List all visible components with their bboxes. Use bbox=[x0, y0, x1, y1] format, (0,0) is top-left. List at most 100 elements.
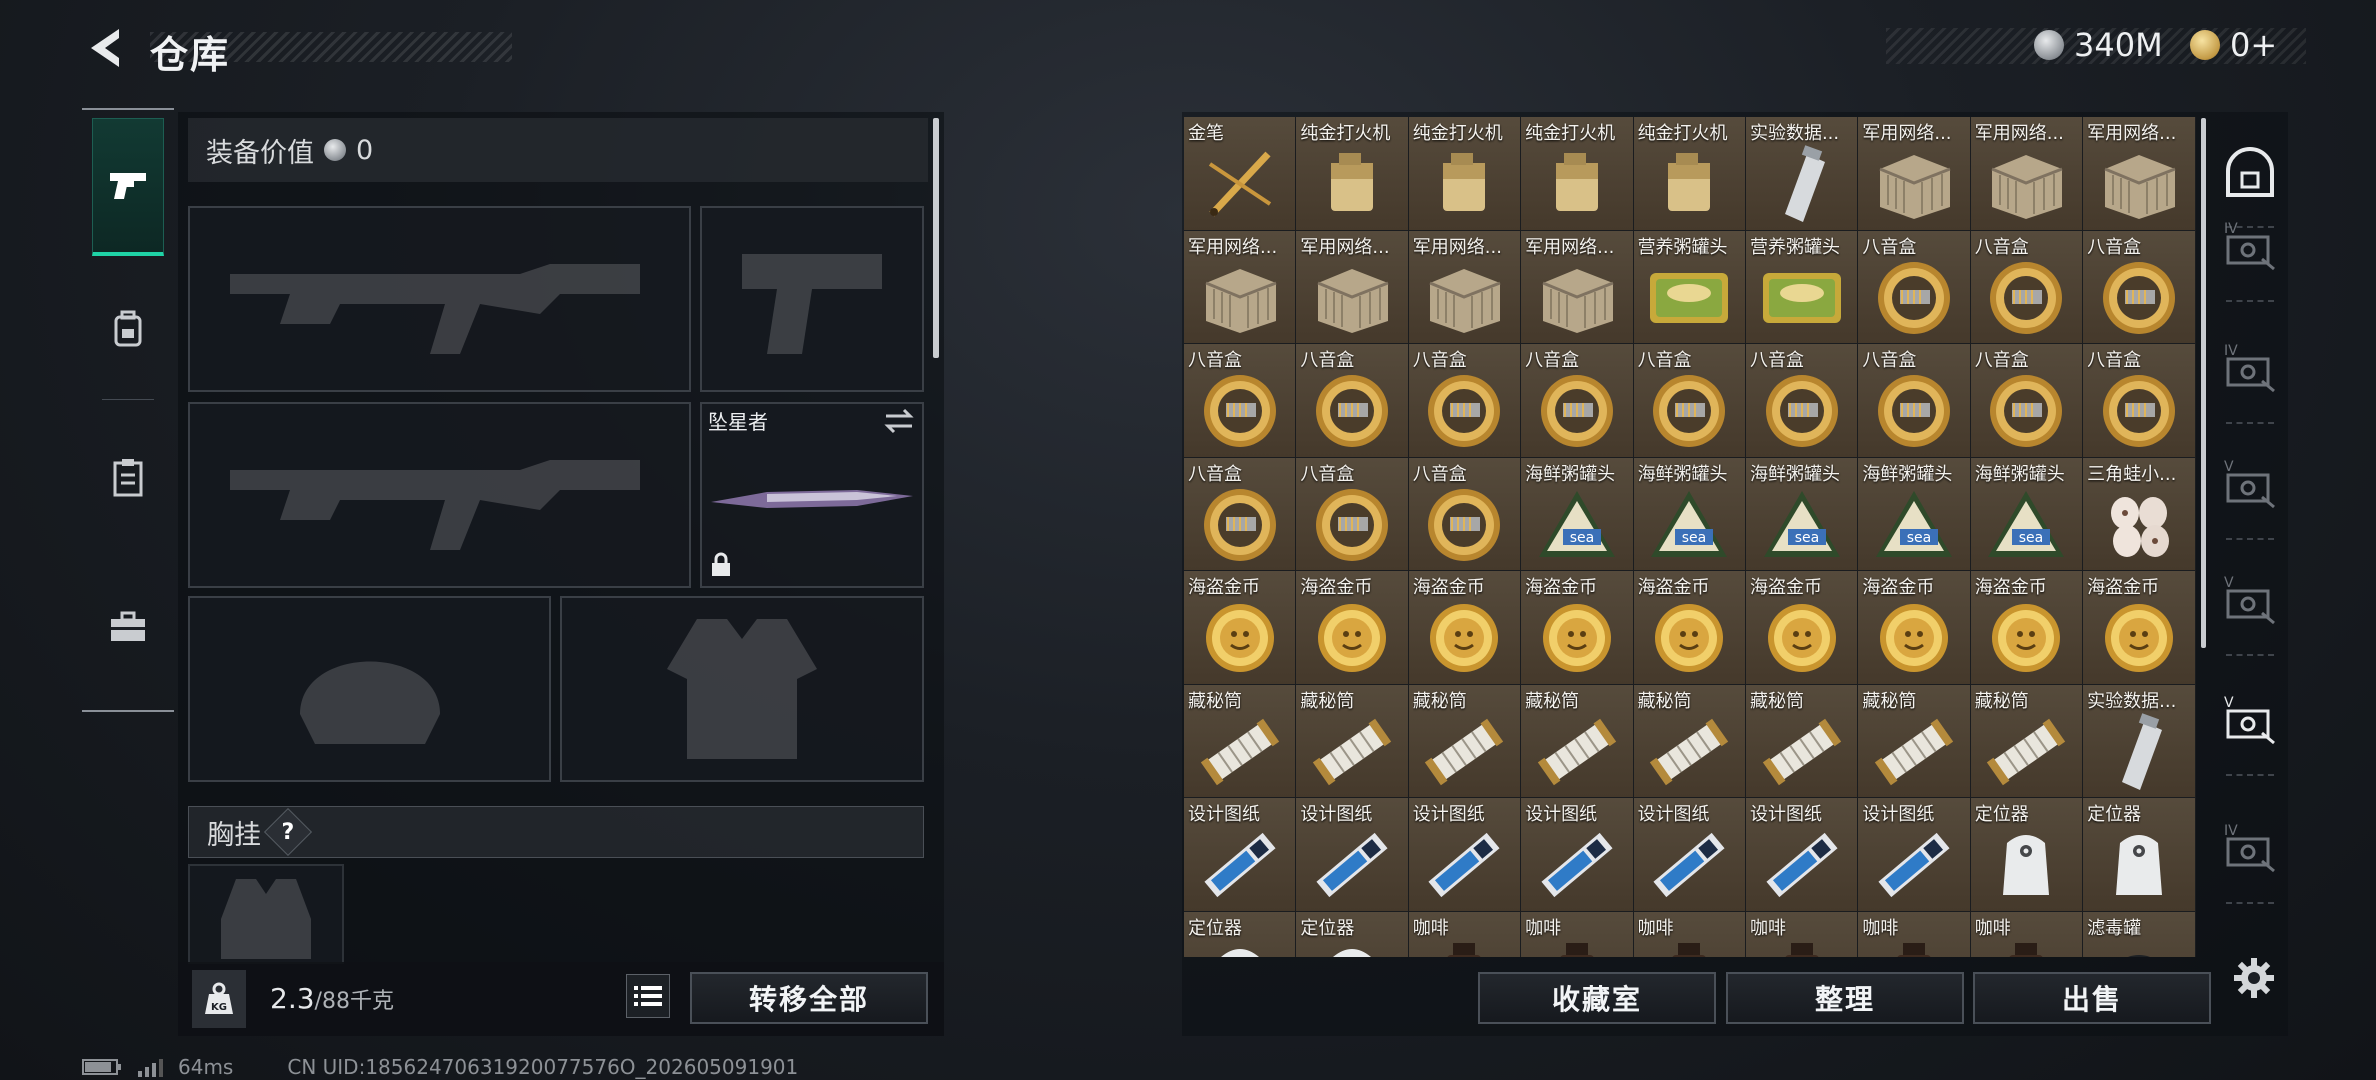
stash-item-coin[interactable]: 海盗金币 bbox=[1858, 571, 1970, 684]
armor-slot[interactable] bbox=[560, 596, 924, 782]
stash-item-coin[interactable]: 海盗金币 bbox=[1633, 571, 1745, 684]
stash-item-cryptex[interactable]: 藏秘筒 bbox=[1745, 684, 1858, 797]
stash-tab-3[interactable]: IV bbox=[2214, 314, 2286, 424]
stash-item-coffee[interactable]: 咖啡 bbox=[1408, 911, 1521, 957]
stash-item-tracker[interactable]: 定位器 bbox=[2083, 798, 2195, 911]
stash-item-lighter[interactable]: 纯金打火机 bbox=[1408, 117, 1521, 230]
stash-item-musicbox[interactable]: 八音盒 bbox=[1521, 344, 1633, 457]
currency-silver[interactable]: 340M bbox=[2034, 26, 2163, 64]
stash-item-coin[interactable]: 海盗金币 bbox=[1521, 571, 1633, 684]
stash-tab-4[interactable]: V bbox=[2214, 430, 2286, 540]
stash-item-box[interactable]: 军用网络... bbox=[2083, 117, 2195, 230]
stash-item-lighter[interactable]: 纯金打火机 bbox=[1296, 117, 1408, 230]
stash-item-tin[interactable]: 营养粥罐头 bbox=[1745, 230, 1858, 343]
back-button[interactable] bbox=[80, 22, 130, 74]
stash-item-coin[interactable]: 海盗金币 bbox=[1296, 571, 1408, 684]
stash-item-cryptex[interactable]: 藏秘筒 bbox=[1633, 684, 1745, 797]
nav-gear[interactable] bbox=[92, 260, 164, 400]
stash-item-cryptex[interactable]: 藏秘筒 bbox=[1296, 684, 1408, 797]
stash-item-musicbox[interactable]: 八音盒 bbox=[1858, 230, 1970, 343]
stash-item-usb[interactable]: 实验数据... bbox=[1745, 117, 1858, 230]
stash-item-coffee[interactable]: 咖啡 bbox=[1858, 911, 1970, 957]
chest-rig-slot[interactable] bbox=[188, 864, 344, 964]
stash-item-box[interactable]: 军用网络... bbox=[1296, 230, 1408, 343]
stash-item-tracker[interactable]: 定位器 bbox=[1296, 911, 1408, 957]
nav-weapons[interactable] bbox=[92, 118, 164, 256]
stash-item-filter[interactable]: 滤毒罐 bbox=[2083, 911, 2195, 957]
stash-item-seacan[interactable]: 海鲜粥罐头 sea bbox=[1858, 457, 1970, 570]
stash-item-musicbox[interactable]: 八音盒 bbox=[1184, 457, 1296, 570]
nav-toolbox[interactable] bbox=[92, 558, 164, 696]
stash-item-tracker[interactable]: 定位器 bbox=[1970, 798, 2083, 911]
stash-item-coffee[interactable]: 咖啡 bbox=[1521, 911, 1633, 957]
stash-item-seacan[interactable]: 海鲜粥罐头 sea bbox=[1521, 457, 1633, 570]
stash-item-cryptex[interactable]: 藏秘筒 bbox=[1970, 684, 2083, 797]
primary-weapon-slot[interactable] bbox=[188, 206, 691, 392]
stash-item-cryptex[interactable]: 藏秘筒 bbox=[1858, 684, 1970, 797]
stash-item-seacan[interactable]: 海鲜粥罐头 sea bbox=[1745, 457, 1858, 570]
stash-item-cryptex[interactable]: 藏秘筒 bbox=[1408, 684, 1521, 797]
stash-item-coin[interactable]: 海盗金币 bbox=[1745, 571, 1858, 684]
stash-item-seacan[interactable]: 海鲜粥罐头 sea bbox=[1970, 457, 2083, 570]
stash-item-musicbox[interactable]: 八音盒 bbox=[1184, 344, 1296, 457]
stash-item-coin[interactable]: 海盗金币 bbox=[1408, 571, 1521, 684]
sidearm-slot[interactable] bbox=[700, 206, 924, 392]
stash-item-usb[interactable]: 实验数据... bbox=[2083, 684, 2195, 797]
collection-room-button[interactable]: 收藏室 bbox=[1478, 972, 1716, 1024]
stash-item-musicbox[interactable]: 八音盒 bbox=[1408, 344, 1521, 457]
swap-icon[interactable] bbox=[884, 408, 914, 438]
stash-item-cryptex[interactable]: 藏秘筒 bbox=[1521, 684, 1633, 797]
stash-item-box[interactable]: 军用网络... bbox=[1858, 117, 1970, 230]
stash-item-blueprint[interactable]: 设计图纸 bbox=[1296, 798, 1408, 911]
stash-tab-6[interactable]: V bbox=[2214, 666, 2286, 776]
transfer-all-button[interactable]: 转移全部 bbox=[690, 972, 928, 1024]
stash-item-musicbox[interactable]: 八音盒 bbox=[2083, 230, 2195, 343]
nav-clipboard[interactable] bbox=[92, 408, 164, 546]
stash-item-pen[interactable]: 金笔 bbox=[1184, 117, 1296, 230]
stash-item-musicbox[interactable]: 八音盒 bbox=[1408, 457, 1521, 570]
stash-item-musicbox[interactable]: 八音盒 bbox=[1970, 344, 2083, 457]
list-view-button[interactable] bbox=[626, 974, 670, 1018]
stash-item-blueprint[interactable]: 设计图纸 bbox=[1521, 798, 1633, 911]
sell-button[interactable]: 出售 bbox=[1973, 972, 2211, 1024]
stash-item-blueprint[interactable]: 设计图纸 bbox=[1408, 798, 1521, 911]
stash-item-blueprint[interactable]: 设计图纸 bbox=[1633, 798, 1745, 911]
stash-item-cryptex[interactable]: 藏秘筒 bbox=[1184, 684, 1296, 797]
stash-item-box[interactable]: 军用网络... bbox=[1184, 230, 1296, 343]
stash-item-musicbox[interactable]: 八音盒 bbox=[1745, 344, 1858, 457]
currency-gold[interactable]: 0+ bbox=[2190, 26, 2277, 64]
organize-button[interactable]: 整理 bbox=[1726, 972, 1964, 1024]
stash-item-musicbox[interactable]: 八音盒 bbox=[1970, 230, 2083, 343]
stash-item-coin[interactable]: 海盗金币 bbox=[1970, 571, 2083, 684]
secondary-weapon-slot[interactable] bbox=[188, 402, 691, 588]
stash-tab-5[interactable]: V bbox=[2214, 546, 2286, 656]
stash-item-coffee[interactable]: 咖啡 bbox=[1970, 911, 2083, 957]
stash-item-coin[interactable]: 海盗金币 bbox=[1184, 571, 1296, 684]
stash-scrollbar[interactable] bbox=[2201, 118, 2206, 648]
stash-item-blueprint[interactable]: 设计图纸 bbox=[1858, 798, 1970, 911]
help-button[interactable]: ? bbox=[263, 807, 313, 857]
stash-item-musicbox[interactable]: 八音盒 bbox=[1858, 344, 1970, 457]
equipment-scrollbar[interactable] bbox=[933, 118, 939, 358]
stash-item-tracker[interactable]: 定位器 bbox=[1184, 911, 1296, 957]
melee-slot[interactable]: 坠星者 bbox=[700, 402, 924, 588]
stash-item-musicbox[interactable]: 八音盒 bbox=[1296, 457, 1408, 570]
stash-item-seacan[interactable]: 海鲜粥罐头 sea bbox=[1633, 457, 1745, 570]
stash-item-eggs[interactable]: 三角蛙小... bbox=[2083, 457, 2195, 570]
stash-item-coffee[interactable]: 咖啡 bbox=[1633, 911, 1745, 957]
stash-item-coin[interactable]: 海盗金币 bbox=[2083, 571, 2195, 684]
stash-item-coffee[interactable]: 咖啡 bbox=[1745, 911, 1858, 957]
stash-item-box[interactable]: 军用网络... bbox=[1521, 230, 1633, 343]
stash-item-box[interactable]: 军用网络... bbox=[1408, 230, 1521, 343]
helmet-slot[interactable] bbox=[188, 596, 551, 782]
stash-tab-7[interactable]: IV bbox=[2214, 794, 2286, 904]
stash-item-blueprint[interactable]: 设计图纸 bbox=[1184, 798, 1296, 911]
stash-item-box[interactable]: 军用网络... bbox=[1970, 117, 2083, 230]
stash-tab-2[interactable]: IV bbox=[2214, 192, 2286, 302]
stash-item-lighter[interactable]: 纯金打火机 bbox=[1521, 117, 1633, 230]
settings-button[interactable] bbox=[2226, 950, 2282, 1006]
stash-item-musicbox[interactable]: 八音盒 bbox=[1296, 344, 1408, 457]
stash-item-blueprint[interactable]: 设计图纸 bbox=[1745, 798, 1858, 911]
stash-item-lighter[interactable]: 纯金打火机 bbox=[1633, 117, 1745, 230]
stash-item-tin[interactable]: 营养粥罐头 bbox=[1633, 230, 1745, 343]
